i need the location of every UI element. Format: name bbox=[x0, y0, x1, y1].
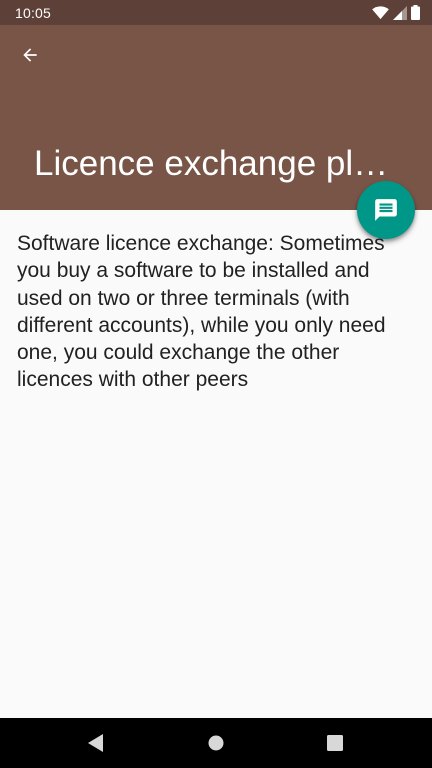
nav-recents-icon bbox=[327, 735, 343, 751]
nav-recents-button[interactable] bbox=[305, 718, 365, 768]
navigation-bar bbox=[0, 718, 432, 768]
status-bar: 10:05 bbox=[0, 0, 432, 25]
nav-home-button[interactable] bbox=[186, 718, 246, 768]
description-text: Software licence exchange: Sometimes you… bbox=[17, 232, 386, 392]
nav-back-button[interactable] bbox=[66, 718, 126, 768]
message-icon bbox=[375, 199, 397, 221]
page-title: Licence exchange pla… bbox=[34, 144, 404, 183]
cell-signal-icon bbox=[393, 5, 407, 20]
status-icons bbox=[372, 5, 420, 20]
nav-home-icon bbox=[208, 735, 224, 751]
wifi-icon bbox=[372, 5, 389, 19]
battery-icon bbox=[411, 5, 420, 20]
arrow-back-icon bbox=[23, 48, 37, 62]
app-bar: Licence exchange pla… bbox=[0, 25, 432, 210]
back-button[interactable] bbox=[8, 33, 52, 77]
nav-back-icon bbox=[88, 734, 103, 752]
status-time: 10:05 bbox=[15, 4, 52, 21]
